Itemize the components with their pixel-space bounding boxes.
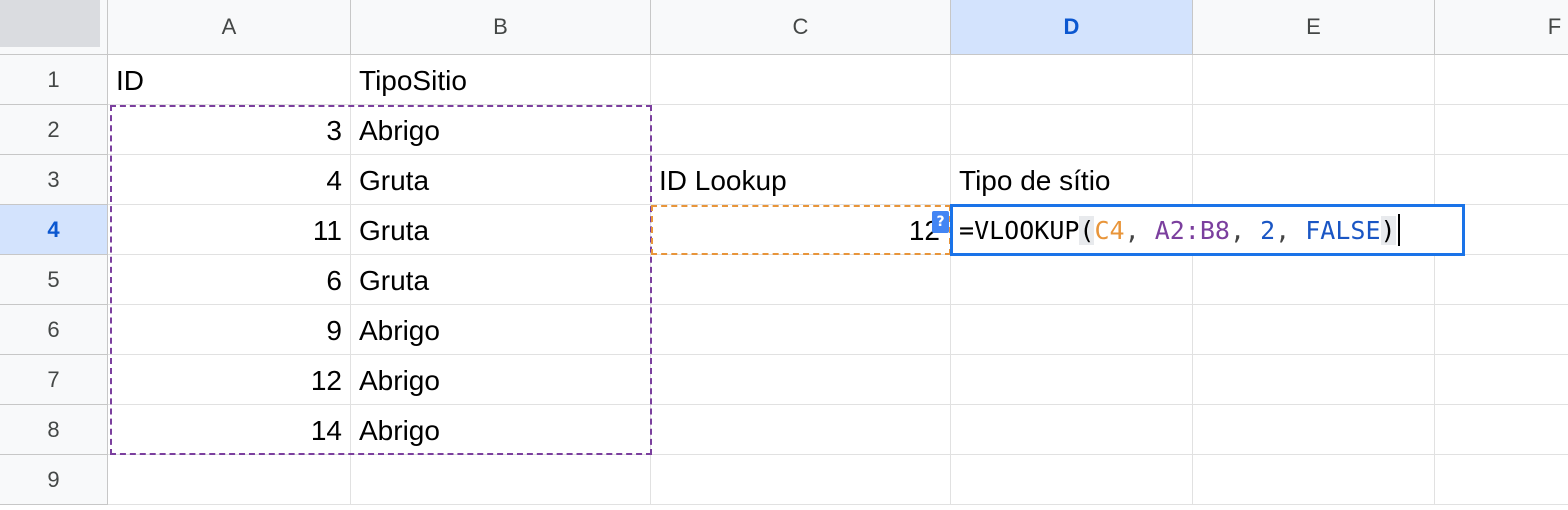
cell-f8[interactable] xyxy=(1435,405,1568,455)
row-header-2[interactable]: 2 xyxy=(0,105,108,155)
cell-e5[interactable] xyxy=(1193,255,1435,305)
row-header-3[interactable]: 3 xyxy=(0,155,108,205)
formula-ref-a2-b8: A2:B8 xyxy=(1154,215,1230,245)
cell-f2[interactable] xyxy=(1435,105,1568,155)
cell-a8[interactable]: 14 xyxy=(108,405,351,455)
corner-block xyxy=(0,0,100,47)
cell-c2[interactable] xyxy=(651,105,951,155)
row-header-5[interactable]: 5 xyxy=(0,255,108,305)
formula-equals: = xyxy=(959,215,975,245)
select-all-corner[interactable] xyxy=(0,0,108,55)
formula-ref-c4: C4 xyxy=(1094,215,1125,245)
cell-editor-d4[interactable]: = VLOOKUP(C4, A2:B8, 2, FALSE) xyxy=(950,204,1465,256)
column-header-b[interactable]: B xyxy=(351,0,651,55)
cell-e7[interactable] xyxy=(1193,355,1435,405)
column-header-d[interactable]: D xyxy=(951,0,1193,55)
formula-separator-1: , xyxy=(1124,215,1155,245)
formula-separator-3: , xyxy=(1275,215,1306,245)
row-header-7[interactable]: 7 xyxy=(0,355,108,405)
cell-e2[interactable] xyxy=(1193,105,1435,155)
cell-d1[interactable] xyxy=(951,55,1193,105)
cell-a9[interactable] xyxy=(108,455,351,505)
cell-d7[interactable] xyxy=(951,355,1193,405)
column-header-e[interactable]: E xyxy=(1193,0,1435,55)
cell-b6[interactable]: Abrigo xyxy=(351,305,651,355)
column-header-a[interactable]: A xyxy=(108,0,351,55)
cell-a7[interactable]: 12 xyxy=(108,355,351,405)
cell-c5[interactable] xyxy=(651,255,951,305)
cell-e8[interactable] xyxy=(1193,405,1435,455)
cell-c4[interactable]: 12 xyxy=(651,205,951,255)
formula-range-lookup: FALSE xyxy=(1305,215,1381,245)
formula-close-paren: ) xyxy=(1380,215,1396,245)
cell-e9[interactable] xyxy=(1193,455,1435,505)
row-header-4[interactable]: 4 xyxy=(0,205,108,255)
text-caret xyxy=(1397,214,1400,246)
cell-a5[interactable]: 6 xyxy=(108,255,351,305)
row-header-8[interactable]: 8 xyxy=(0,405,108,455)
cell-b9[interactable] xyxy=(351,455,651,505)
cell-a2[interactable]: 3 xyxy=(108,105,351,155)
cell-b2[interactable]: Abrigo xyxy=(351,105,651,155)
cell-e3[interactable] xyxy=(1193,155,1435,205)
cell-c3[interactable]: ID Lookup xyxy=(651,155,951,205)
cell-e1[interactable] xyxy=(1193,55,1435,105)
cell-a3[interactable]: 4 xyxy=(108,155,351,205)
row-header-9[interactable]: 9 xyxy=(0,455,108,505)
cell-f5[interactable] xyxy=(1435,255,1568,305)
cell-c8[interactable] xyxy=(651,405,951,455)
cell-b4[interactable]: Gruta xyxy=(351,205,651,255)
row-header-6[interactable]: 6 xyxy=(0,305,108,355)
cell-b5[interactable]: Gruta xyxy=(351,255,651,305)
cell-f7[interactable] xyxy=(1435,355,1568,405)
cell-e6[interactable] xyxy=(1193,305,1435,355)
cell-f9[interactable] xyxy=(1435,455,1568,505)
cell-f6[interactable] xyxy=(1435,305,1568,355)
row-header-1[interactable]: 1 xyxy=(0,55,108,105)
formula-function-name: VLOOKUP xyxy=(974,215,1080,245)
cell-b3[interactable]: Gruta xyxy=(351,155,651,205)
cell-d8[interactable] xyxy=(951,405,1193,455)
cell-b8[interactable]: Abrigo xyxy=(351,405,651,455)
cell-d2[interactable] xyxy=(951,105,1193,155)
formula-open-paren: ( xyxy=(1079,215,1095,245)
cell-d3[interactable]: Tipo de sítio xyxy=(951,155,1193,205)
cell-c6[interactable] xyxy=(651,305,951,355)
spreadsheet-grid: A B C D E F 1 2 3 4 5 6 7 8 9 ID TipoSit… xyxy=(0,0,1568,510)
column-header-c[interactable]: C xyxy=(651,0,951,55)
cell-c7[interactable] xyxy=(651,355,951,405)
cell-c9[interactable] xyxy=(651,455,951,505)
cell-d9[interactable] xyxy=(951,455,1193,505)
cell-b7[interactable]: Abrigo xyxy=(351,355,651,405)
formula-help-icon[interactable]: ? xyxy=(932,211,949,233)
cell-a6[interactable]: 9 xyxy=(108,305,351,355)
cell-f1[interactable] xyxy=(1435,55,1568,105)
cell-c1[interactable] xyxy=(651,55,951,105)
cell-d5[interactable] xyxy=(951,255,1193,305)
cell-b1[interactable]: TipoSitio xyxy=(351,55,651,105)
cell-a4[interactable]: 11 xyxy=(108,205,351,255)
formula-column-index: 2 xyxy=(1260,215,1276,245)
cell-f3[interactable] xyxy=(1435,155,1568,205)
cell-d6[interactable] xyxy=(951,305,1193,355)
cell-a1[interactable]: ID xyxy=(108,55,351,105)
formula-separator-2: , xyxy=(1229,215,1261,245)
column-header-f[interactable]: F xyxy=(1435,0,1568,55)
